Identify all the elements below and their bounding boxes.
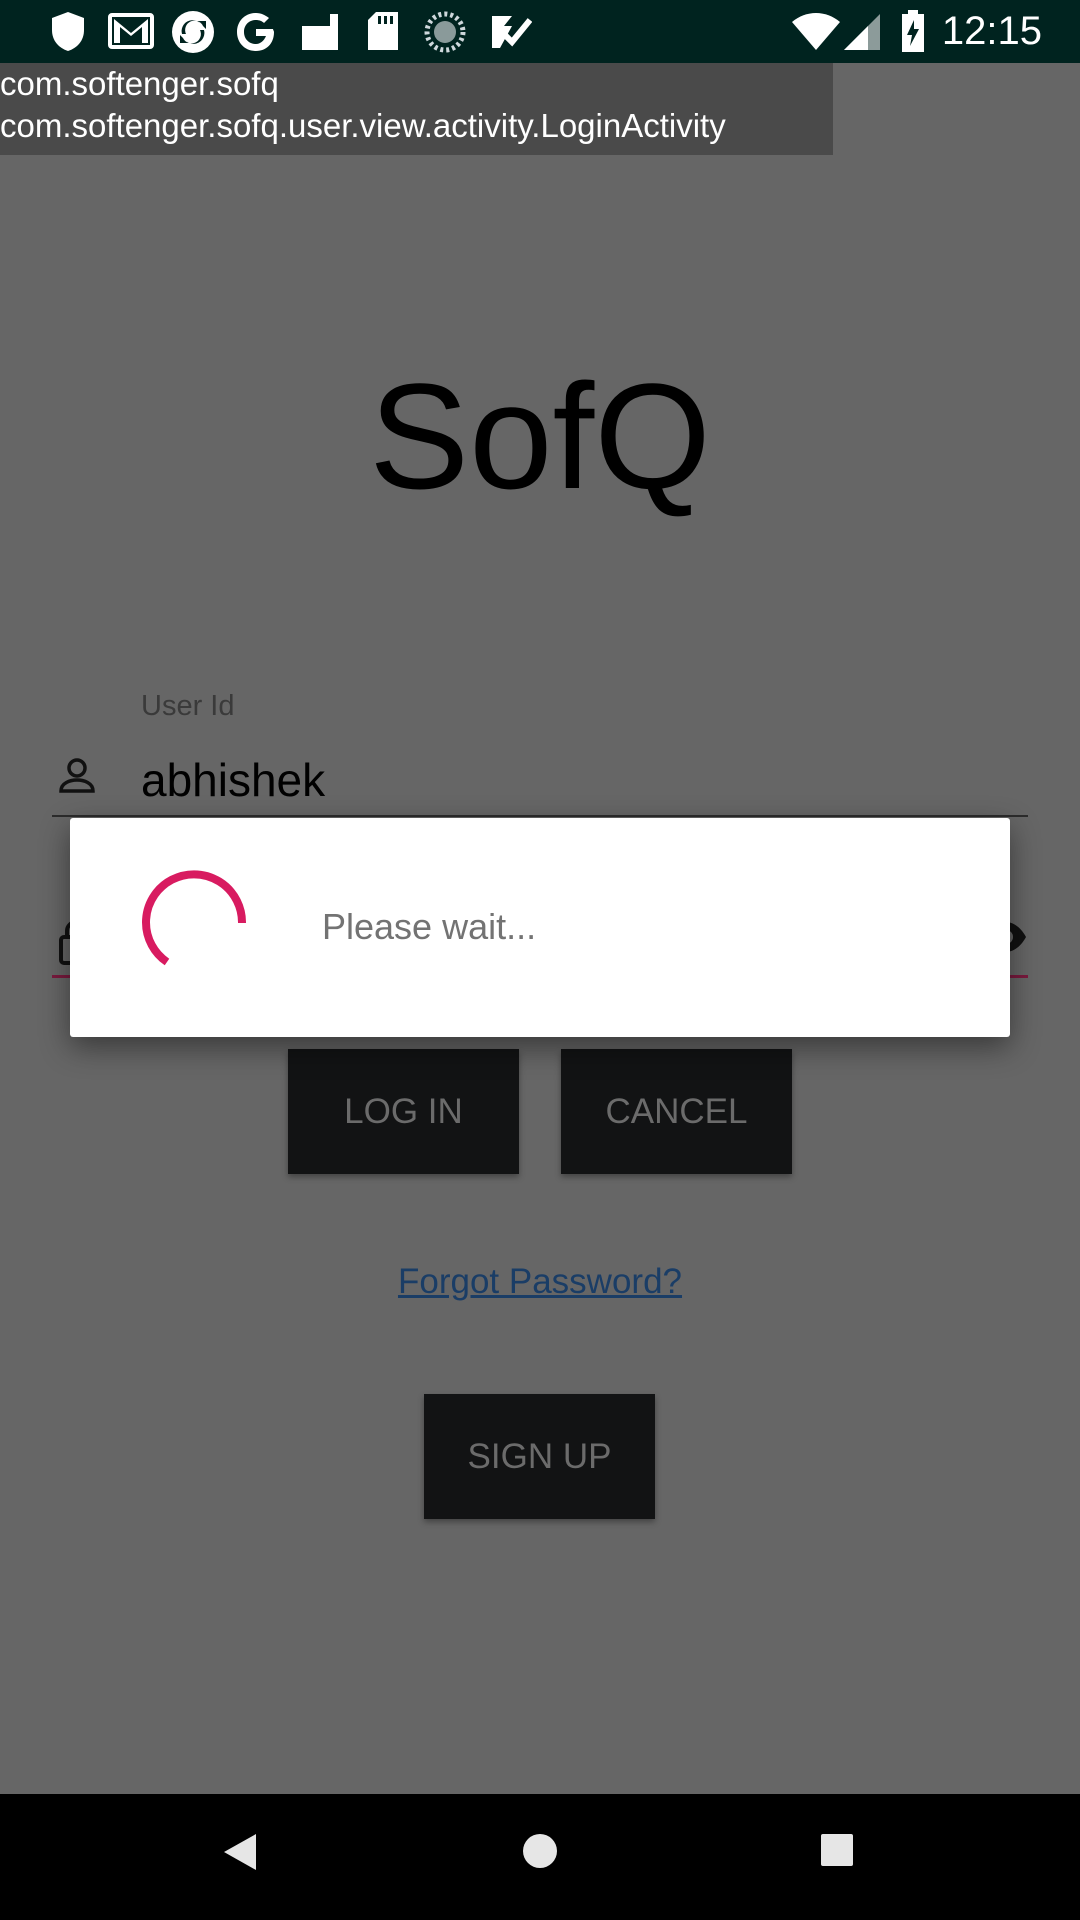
tasks-check-icon [492,16,532,48]
user-id-value: abhishek [141,754,326,806]
wifi-icon [792,13,840,50]
recents-icon[interactable] [820,1833,854,1867]
sd-card-icon [368,12,398,50]
user-id-label: User Id [141,690,235,722]
person-icon [59,758,95,793]
sign-up-button[interactable]: SIGN UP [424,1394,655,1519]
dialog-message: Please wait... [322,906,537,947]
shield-icon [52,12,84,51]
tablet-icon [302,14,338,50]
progress-circle-icon [424,11,466,53]
gmail-icon [108,13,154,49]
forgot-password-link[interactable]: Forgot Password? [0,1262,1080,1302]
status-time: 12:15 [941,9,1042,53]
home-icon[interactable] [521,1832,559,1870]
log-in-button[interactable]: LOG IN [288,1049,519,1174]
loading-spinner-icon [142,870,247,966]
sync-icon [172,11,214,53]
cancel-button[interactable]: CANCEL [561,1049,792,1174]
package-name: com.softenger.sofq [0,65,279,102]
user-id-field[interactable]: abhishek [52,745,1028,817]
debug-overlay: com.softenger.sofq com.softenger.sofq.us… [0,63,833,155]
progress-dialog: Please wait... [70,818,1010,1037]
back-icon[interactable] [222,1832,258,1872]
navigation-bar [0,1794,1080,1920]
signal-icon [844,14,880,50]
battery-charging-icon [902,10,924,52]
status-bar: 12:15 [0,0,1080,63]
app-title: SofQ [369,352,711,520]
activity-name: com.softenger.sofq.user.view.activity.Lo… [0,107,726,144]
google-icon [237,13,274,51]
